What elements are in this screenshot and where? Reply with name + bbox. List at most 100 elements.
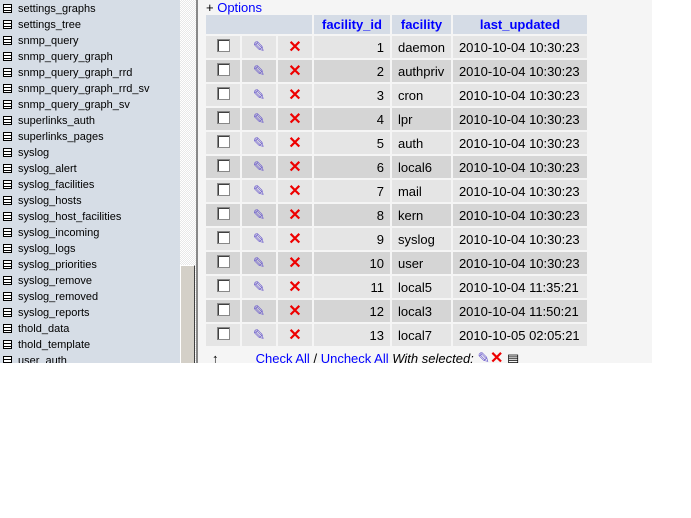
delete-selected-icon[interactable]: ✕ xyxy=(490,350,503,363)
sidebar-item-syslog-alert[interactable]: syslog_alert xyxy=(3,161,77,177)
sidebar-item-snmp-query[interactable]: snmp_query xyxy=(3,33,79,49)
facility-cell: lpr xyxy=(391,108,451,130)
table-row: ✎ ✕ 8 kern 2010-10-04 10:30:23 xyxy=(206,204,587,226)
delete-x-icon[interactable]: ✕ xyxy=(288,111,301,128)
delete-x-icon[interactable]: ✕ xyxy=(288,303,301,320)
sidebar-scrollbar[interactable] xyxy=(180,0,196,363)
delete-x-icon[interactable]: ✕ xyxy=(288,39,301,56)
edit-selected-icon[interactable]: ✎ xyxy=(477,350,490,363)
row-checkbox[interactable] xyxy=(216,303,230,316)
sidebar-item-snmp-query-graph[interactable]: snmp_query_graph xyxy=(3,49,113,65)
check-all-link[interactable]: Check All xyxy=(256,351,310,363)
export-selected-icon[interactable]: ▤ xyxy=(507,351,519,363)
last-updated-cell: 2010-10-04 10:30:23 xyxy=(452,36,587,58)
column-header-facility-id[interactable]: facility_id xyxy=(314,15,390,34)
delete-x-icon[interactable]: ✕ xyxy=(288,183,301,200)
sidebar-item-thold-data[interactable]: thold_data xyxy=(3,321,69,337)
row-checkbox[interactable] xyxy=(216,183,230,196)
edit-pencil-icon[interactable]: ✎ xyxy=(253,183,266,200)
row-checkbox[interactable] xyxy=(216,87,230,100)
table-icon xyxy=(3,292,12,301)
edit-cell: ✎ xyxy=(242,132,276,154)
table-icon xyxy=(3,308,12,317)
row-select-cell xyxy=(206,300,240,322)
sidebar-item-syslog-host-facilities[interactable]: syslog_host_facilities xyxy=(3,209,121,225)
delete-x-icon[interactable]: ✕ xyxy=(288,135,301,152)
table-icon xyxy=(3,36,12,45)
sidebar-item-syslog-reports[interactable]: syslog_reports xyxy=(3,305,90,321)
sidebar-item-thold-template[interactable]: thold_template xyxy=(3,337,90,353)
table-row: ✎ ✕ 12 local3 2010-10-04 11:50:21 xyxy=(206,300,587,322)
sidebar-item-superlinks-auth[interactable]: superlinks_auth xyxy=(3,113,95,129)
delete-x-icon[interactable]: ✕ xyxy=(288,63,301,80)
sidebar-item-settings-graphs[interactable]: settings_graphs xyxy=(3,1,96,17)
edit-cell: ✎ xyxy=(242,324,276,346)
row-checkbox[interactable] xyxy=(216,255,230,268)
table-row: ✎ ✕ 9 syslog 2010-10-04 10:30:23 xyxy=(206,228,587,250)
edit-pencil-icon[interactable]: ✎ xyxy=(253,207,266,224)
facility-id-cell: 13 xyxy=(314,324,390,346)
sidebar-item-syslog-priorities[interactable]: syslog_priorities xyxy=(3,257,97,273)
row-select-cell xyxy=(206,156,240,178)
row-checkbox[interactable] xyxy=(216,135,230,148)
sidebar-item-label: settings_graphs xyxy=(18,3,96,15)
sidebar-item-settings-tree[interactable]: settings_tree xyxy=(3,17,81,33)
table-footer: ↑ Check All / Uncheck All With selected:… xyxy=(206,348,519,363)
delete-x-icon[interactable]: ✕ xyxy=(288,255,301,272)
facility-id-cell: 9 xyxy=(314,228,390,250)
edit-pencil-icon[interactable]: ✎ xyxy=(253,279,266,296)
sidebar-item-user-auth[interactable]: user_auth xyxy=(3,353,67,363)
delete-x-icon[interactable]: ✕ xyxy=(288,279,301,296)
column-header-facility[interactable]: facility xyxy=(391,15,451,34)
edit-pencil-icon[interactable]: ✎ xyxy=(253,39,266,56)
sidebar-item-label: syslog_priorities xyxy=(18,259,97,271)
sidebar-item-syslog-hosts[interactable]: syslog_hosts xyxy=(3,193,82,209)
edit-pencil-icon[interactable]: ✎ xyxy=(253,255,266,272)
row-checkbox[interactable] xyxy=(216,111,230,124)
sidebar-item-syslog-incoming[interactable]: syslog_incoming xyxy=(3,225,99,241)
sidebar-item-snmp-query-graph-rrd-sv[interactable]: snmp_query_graph_rrd_sv xyxy=(3,81,149,97)
edit-pencil-icon[interactable]: ✎ xyxy=(253,111,266,128)
edit-pencil-icon[interactable]: ✎ xyxy=(253,231,266,248)
facility-cell: local3 xyxy=(391,300,451,322)
edit-pencil-icon[interactable]: ✎ xyxy=(253,135,266,152)
uncheck-all-link[interactable]: Uncheck All xyxy=(321,351,389,363)
table-row: ✎ ✕ 2 authpriv 2010-10-04 10:30:23 xyxy=(206,60,587,82)
edit-pencil-icon[interactable]: ✎ xyxy=(253,327,266,344)
delete-x-icon[interactable]: ✕ xyxy=(288,207,301,224)
facility-cell: auth xyxy=(391,132,451,154)
sidebar-item-syslog[interactable]: syslog xyxy=(3,145,49,161)
row-checkbox[interactable] xyxy=(216,327,230,340)
row-checkbox[interactable] xyxy=(216,231,230,244)
main-content: + Options facility_id facility last_upda… xyxy=(198,0,652,363)
edit-cell: ✎ xyxy=(242,36,276,58)
sidebar-item-syslog-logs[interactable]: syslog_logs xyxy=(3,241,75,257)
edit-pencil-icon[interactable]: ✎ xyxy=(253,63,266,80)
table-icon xyxy=(3,4,12,13)
sidebar-item-syslog-removed[interactable]: syslog_removed xyxy=(3,289,98,305)
delete-cell: ✕ xyxy=(278,324,312,346)
facility-cell: local6 xyxy=(391,156,451,178)
column-header-last-updated[interactable]: last_updated xyxy=(452,15,587,34)
delete-x-icon[interactable]: ✕ xyxy=(288,231,301,248)
sidebar-item-syslog-facilities[interactable]: syslog_facilities xyxy=(3,177,94,193)
edit-pencil-icon[interactable]: ✎ xyxy=(253,303,266,320)
sidebar-item-superlinks-pages[interactable]: superlinks_pages xyxy=(3,129,104,145)
row-checkbox[interactable] xyxy=(216,63,230,76)
edit-pencil-icon[interactable]: ✎ xyxy=(253,87,266,104)
delete-x-icon[interactable]: ✕ xyxy=(288,327,301,344)
delete-x-icon[interactable]: ✕ xyxy=(288,159,301,176)
edit-cell: ✎ xyxy=(242,108,276,130)
row-checkbox[interactable] xyxy=(216,207,230,220)
sidebar-item-snmp-query-graph-sv[interactable]: snmp_query_graph_sv xyxy=(3,97,130,113)
row-checkbox[interactable] xyxy=(216,279,230,292)
row-checkbox[interactable] xyxy=(216,159,230,172)
row-checkbox[interactable] xyxy=(216,39,230,52)
sidebar-item-snmp-query-graph-rrd[interactable]: snmp_query_graph_rrd xyxy=(3,65,132,81)
scrollbar-thumb[interactable] xyxy=(180,265,195,363)
edit-pencil-icon[interactable]: ✎ xyxy=(253,159,266,176)
sidebar-item-syslog-remove[interactable]: syslog_remove xyxy=(3,273,92,289)
last-updated-cell: 2010-10-05 02:05:21 xyxy=(452,324,587,346)
delete-x-icon[interactable]: ✕ xyxy=(288,87,301,104)
edit-cell: ✎ xyxy=(242,84,276,106)
